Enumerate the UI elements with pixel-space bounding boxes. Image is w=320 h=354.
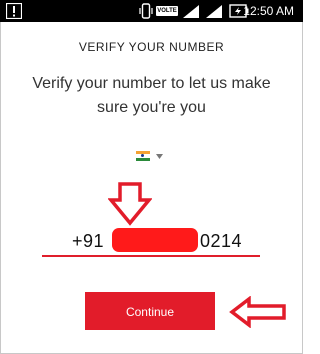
status-bar: VOLTE 12:50 AM xyxy=(0,0,303,22)
alert-icon xyxy=(6,3,22,19)
signal-icon xyxy=(206,5,222,18)
chevron-down-icon xyxy=(156,154,163,159)
phone-suffix: 0214 xyxy=(200,231,243,251)
volte-icon: VOLTE xyxy=(156,6,178,16)
redaction-mark xyxy=(112,228,198,252)
country-selector[interactable] xyxy=(136,151,166,163)
clock: 12:50 AM xyxy=(243,4,294,18)
vibrate-icon xyxy=(139,3,153,19)
phone-prefix: +91 xyxy=(72,231,105,251)
instruction-text: Verify your number to let us make sure y… xyxy=(32,75,271,116)
arrow-left-icon xyxy=(229,296,286,328)
continue-button[interactable]: Continue xyxy=(85,292,215,330)
signal-icon xyxy=(183,5,199,18)
phone-number-input[interactable]: +91 0214 xyxy=(42,227,260,257)
page-title: VERIFY YOUR NUMBER xyxy=(78,40,225,54)
arrow-down-icon xyxy=(108,182,152,226)
india-flag-icon xyxy=(136,151,150,161)
